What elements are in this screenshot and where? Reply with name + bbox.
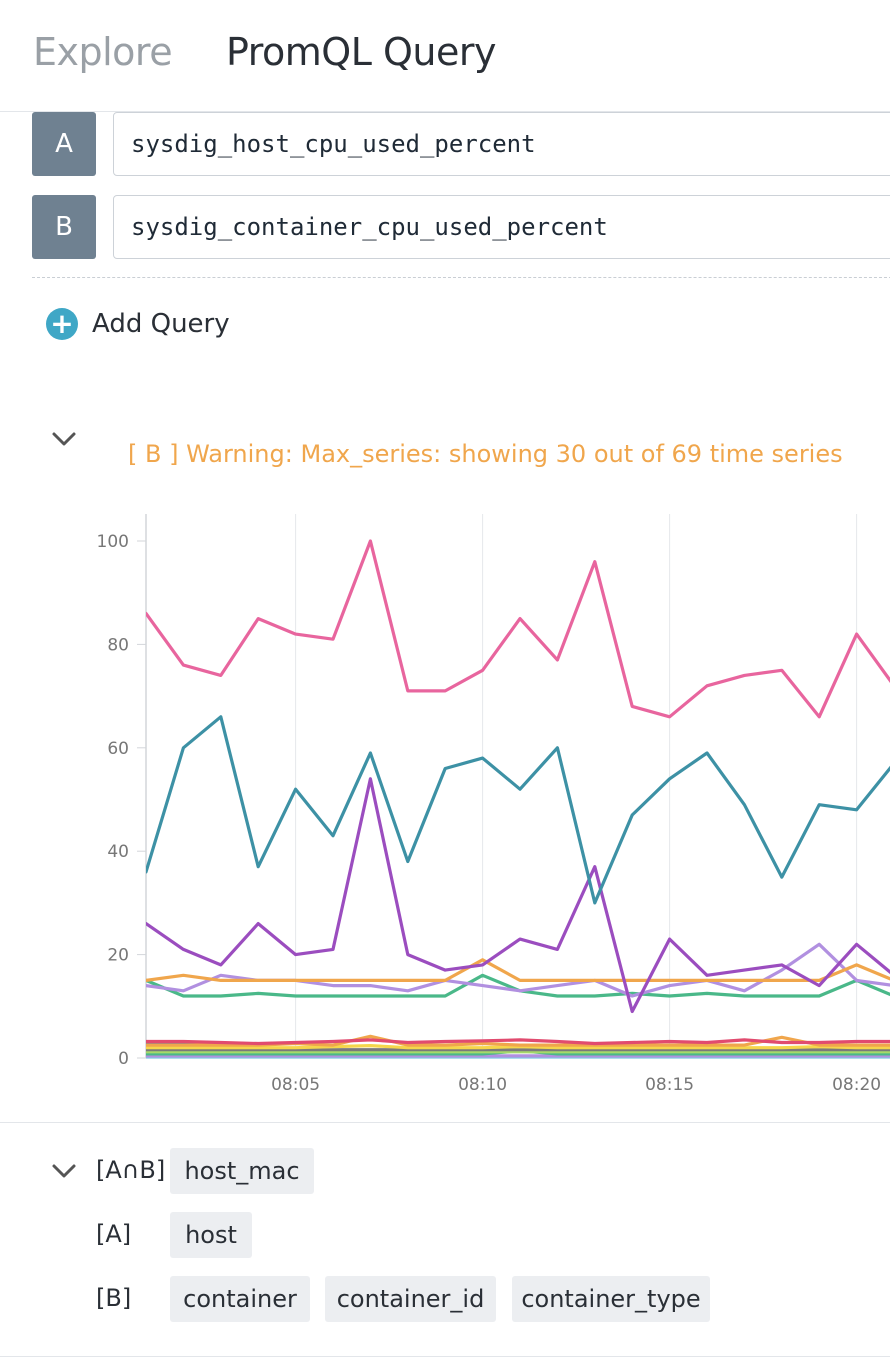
x-tick-label: 08:05 [271, 1075, 320, 1095]
add-query-label: Add Query [92, 309, 230, 339]
cpu-usage-chart: 0 20 40 60 80 100 08:05 08:10 08:15 08:20 [97, 514, 890, 1095]
y-tick-label: 80 [107, 635, 129, 655]
chart-divider [0, 1122, 890, 1123]
page-header: Explore PromQL Query [0, 0, 890, 112]
tab-promql-query[interactable]: PromQL Query [226, 30, 496, 74]
series-line [146, 715, 890, 905]
warning-message: Max_series: showing 30 out of 69 time se… [300, 440, 843, 468]
query-input-b[interactable] [113, 195, 890, 259]
query-divider [32, 277, 890, 278]
query-row-b: B [32, 195, 890, 259]
y-tick-label: 100 [97, 532, 129, 552]
series-line [146, 539, 890, 719]
query-letter-b[interactable]: B [32, 195, 96, 259]
label-tag-host-mac[interactable]: host_mac [170, 1148, 314, 1194]
x-tick-label: 08:10 [458, 1075, 507, 1095]
tab-explore[interactable]: Explore [33, 30, 173, 74]
y-tick-label: 0 [118, 1049, 129, 1069]
label-row-key-a-and-b: [A∩B] [96, 1156, 166, 1184]
query-input-a[interactable] [113, 112, 890, 176]
label-row-key-b: [B] [96, 1284, 132, 1312]
label-tag-container-id[interactable]: container_id [325, 1276, 496, 1322]
y-tick-label: 20 [107, 946, 129, 966]
series-line [146, 1038, 890, 1046]
y-tick-label: 40 [107, 842, 129, 862]
chevron-down-icon[interactable] [49, 1156, 79, 1186]
warning-prefix: [ B ] Warning: [128, 440, 293, 468]
series-line [146, 777, 890, 1014]
query-letter-a[interactable]: A [32, 112, 96, 176]
add-query-button[interactable]: + Add Query [46, 308, 230, 340]
x-tick-label: 08:20 [832, 1075, 881, 1095]
label-row-key-a: [A] [96, 1220, 132, 1248]
chevron-down-icon[interactable] [49, 424, 79, 454]
y-tick-label: 60 [107, 739, 129, 759]
plus-circle-icon: + [46, 308, 78, 340]
panel-bottom-divider [0, 1356, 890, 1357]
label-tag-container-type[interactable]: container_type [512, 1276, 710, 1322]
query-row-a: A [32, 112, 890, 176]
series-line [146, 958, 890, 982]
label-tag-container[interactable]: container [170, 1276, 310, 1322]
x-tick-label: 08:15 [645, 1075, 694, 1095]
label-tag-host[interactable]: host [170, 1212, 252, 1258]
max-series-warning: [ B ] Warning: Max_series: showing 30 ou… [128, 440, 843, 468]
